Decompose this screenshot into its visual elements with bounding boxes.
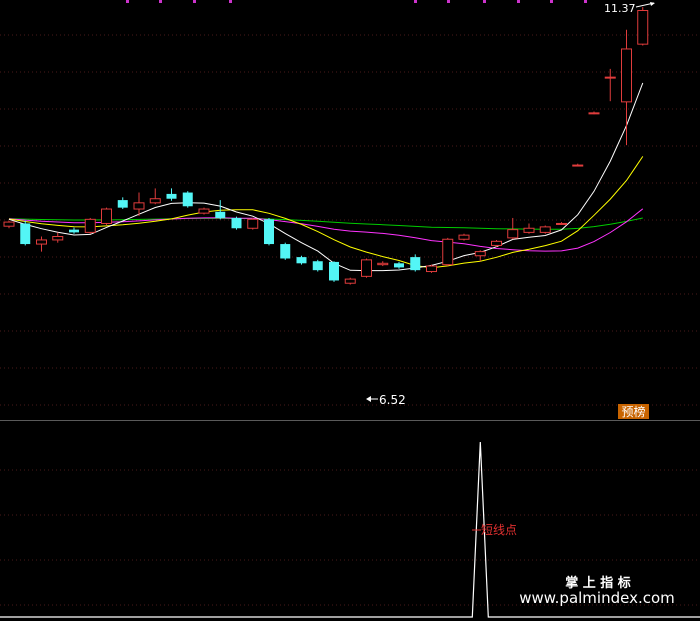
candlestick <box>588 111 600 115</box>
candle-body <box>410 257 421 271</box>
top-tick <box>483 0 486 3</box>
candle-body <box>572 164 584 167</box>
candle-body <box>280 244 291 259</box>
candle-body <box>588 112 600 115</box>
low-price-arrowhead <box>366 396 371 402</box>
high-price-arrowhead <box>650 2 655 6</box>
badge-label: 预榜 <box>621 404 645 419</box>
candle-body <box>621 48 632 103</box>
candlestick <box>377 261 389 267</box>
top-tick <box>447 0 450 3</box>
candlestick <box>198 207 210 215</box>
candlestick <box>231 216 242 230</box>
candlestick <box>572 163 584 167</box>
candle-body <box>344 278 356 284</box>
candlestick <box>556 222 567 225</box>
candle-body <box>133 202 145 210</box>
top-tick <box>414 0 417 3</box>
candle-body <box>296 257 307 264</box>
candlestick <box>166 188 177 201</box>
candlestick <box>474 250 486 262</box>
candle-body <box>20 223 31 245</box>
candle-body <box>198 208 210 214</box>
candle-body <box>247 218 259 229</box>
high-price-label: 11.37 <box>604 2 636 15</box>
candlestick <box>69 227 79 234</box>
candle-body <box>117 200 128 208</box>
candlestick <box>394 261 404 269</box>
candlestick <box>604 68 616 102</box>
candle-body <box>69 229 79 233</box>
candle-body <box>84 218 96 233</box>
top-tick <box>584 0 587 3</box>
candle-body <box>394 263 404 268</box>
candle-body <box>3 221 15 227</box>
candlestick <box>329 261 339 282</box>
candlestick <box>442 237 454 267</box>
candle-body <box>264 219 274 245</box>
candle-body <box>36 239 47 245</box>
candlestick <box>3 220 15 229</box>
candlestick <box>491 239 502 247</box>
candlestick <box>312 259 323 272</box>
ma5-line <box>8 82 644 272</box>
candle-body <box>604 76 616 79</box>
candle-body <box>361 259 372 277</box>
candle-body <box>166 193 177 199</box>
candlestick <box>539 225 551 234</box>
candlestick <box>84 217 96 234</box>
candle-body <box>442 238 454 266</box>
candlestick <box>52 232 64 243</box>
top-tick <box>193 0 196 3</box>
candlestick <box>361 258 372 278</box>
low-price-label: 6.52 <box>379 393 406 407</box>
candlestick <box>523 223 535 234</box>
watermark-url: www.palmindex.com <box>519 589 675 607</box>
candlestick <box>344 277 356 285</box>
candlestick <box>247 217 259 230</box>
candlestick <box>20 220 31 246</box>
candle-body <box>507 229 519 239</box>
top-tick-marks <box>126 0 587 3</box>
candlestick <box>426 264 437 273</box>
top-tick <box>159 0 162 3</box>
candle-body <box>52 236 64 241</box>
candlestick <box>458 233 470 241</box>
candlestick <box>410 254 421 272</box>
candle-body <box>474 251 486 257</box>
candlestick <box>637 7 649 46</box>
top-tick <box>550 0 553 3</box>
candle-body <box>182 192 193 207</box>
candlestick <box>621 29 632 146</box>
chart-window: 11.37 6.52 预榜 短线点 掌 上 指 标 www.palmindex.… <box>0 0 700 621</box>
candlestick <box>117 197 128 210</box>
candle-body <box>426 265 437 273</box>
candlestick <box>182 191 193 208</box>
top-tick <box>126 0 129 3</box>
moving-averages <box>8 82 644 272</box>
candle-body <box>312 261 323 271</box>
candle-body <box>556 222 567 225</box>
candle-body <box>637 9 649 45</box>
candle-body <box>149 198 161 204</box>
candle-body <box>231 217 242 229</box>
candle-body <box>215 211 226 218</box>
candle-body <box>329 261 339 281</box>
candle-body <box>458 234 470 240</box>
candlestick <box>149 188 161 205</box>
candle-body <box>101 208 112 224</box>
candle-body <box>523 227 535 233</box>
candle-body <box>539 226 551 233</box>
top-tick <box>229 0 232 3</box>
signal-label: 短线点 <box>481 523 517 537</box>
candlestick <box>36 236 47 252</box>
candlestick <box>101 207 112 225</box>
candle-body <box>377 262 389 266</box>
kline-chart: 11.37 6.52 预榜 短线点 掌 上 指 标 www.palmindex.… <box>0 0 700 618</box>
candlestick <box>280 242 291 260</box>
grid <box>0 34 700 606</box>
top-tick <box>517 0 520 3</box>
candle-body <box>491 240 502 246</box>
candlestick <box>264 217 274 246</box>
